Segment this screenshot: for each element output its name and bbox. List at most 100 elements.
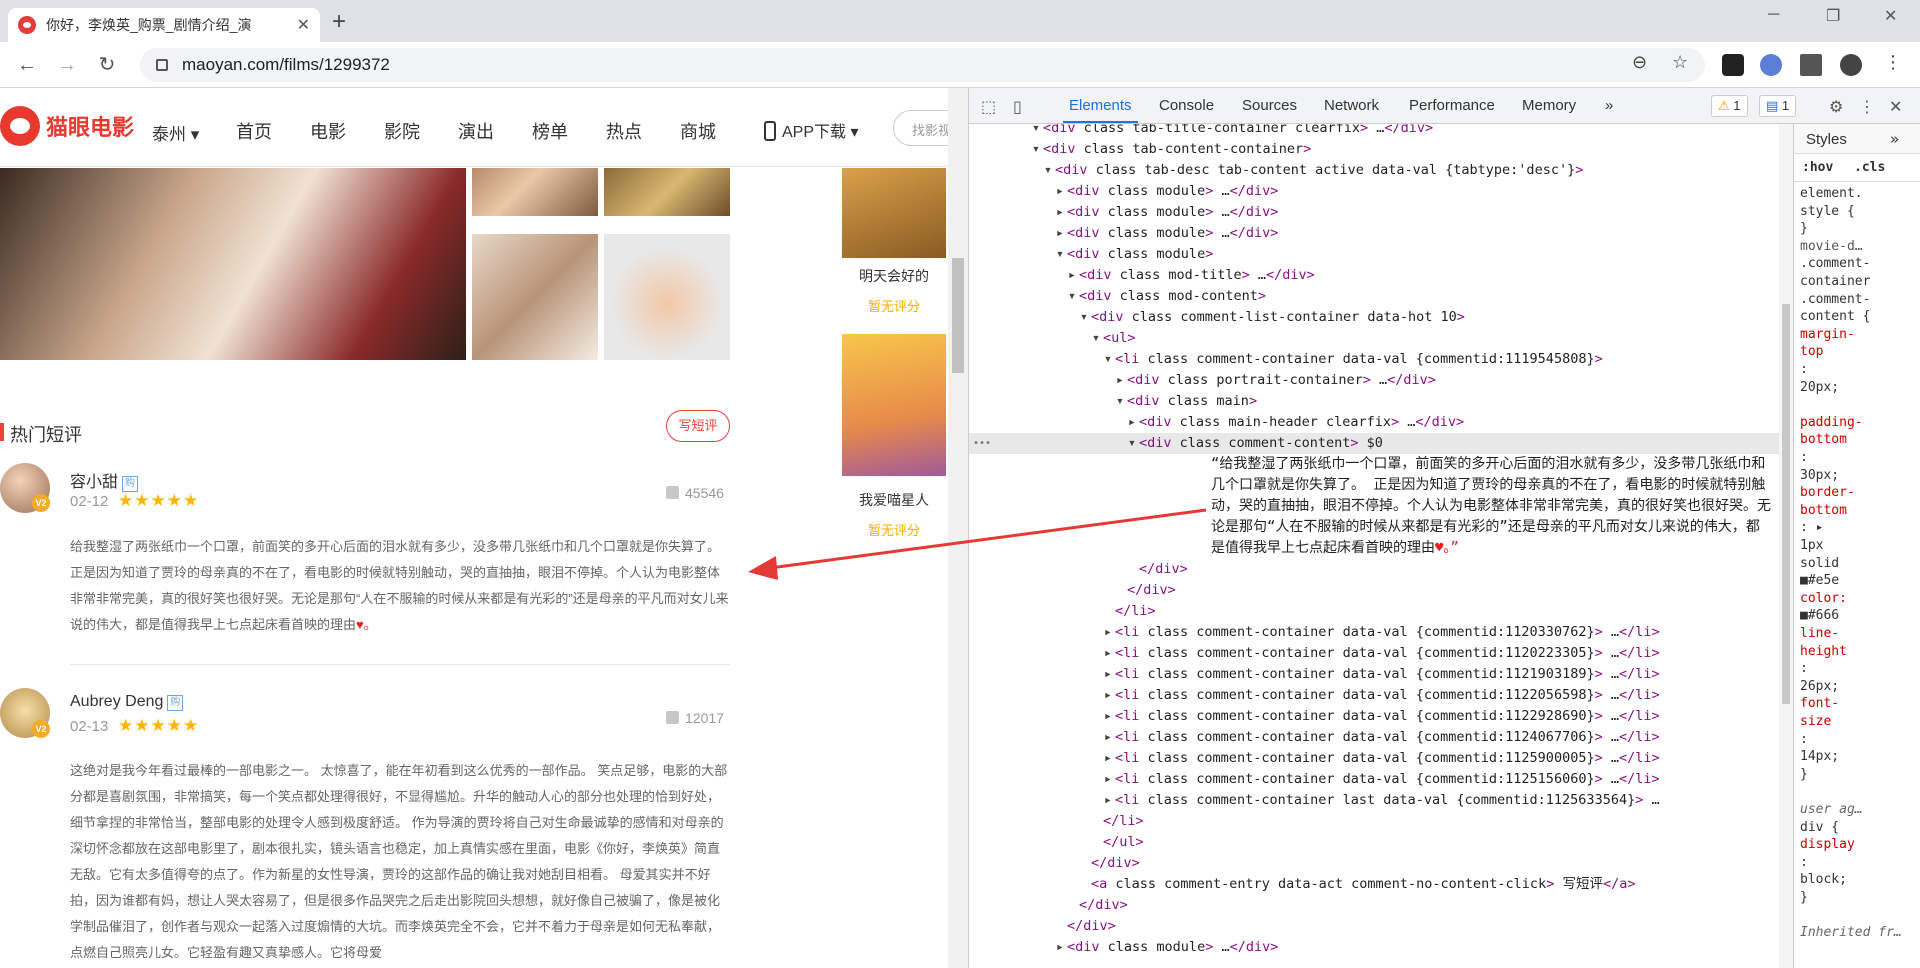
expand-toggle-icon[interactable]: ▸ bbox=[1101, 685, 1115, 706]
dom-node[interactable]: ▸ <div class module> …</div> bbox=[969, 202, 1779, 223]
movie-still-thumb[interactable] bbox=[472, 234, 598, 360]
address-bar[interactable]: maoyan.com/films/1299372 bbox=[140, 48, 1705, 82]
dom-node[interactable]: ▾ <div class tab-desc tab-content active … bbox=[969, 160, 1779, 181]
expand-toggle-icon[interactable]: ▾ bbox=[1029, 124, 1043, 139]
app-download-button[interactable]: APP下载 ▾ bbox=[764, 118, 859, 142]
dom-node[interactable]: ▸ <div class module> …</div> bbox=[969, 223, 1779, 244]
dom-node[interactable]: ▸ <div class mod-title> …</div> bbox=[969, 265, 1779, 286]
profile-avatar-icon[interactable] bbox=[1840, 54, 1862, 76]
page-scroll-thumb[interactable] bbox=[952, 258, 964, 373]
styles-more-icon[interactable]: » bbox=[1890, 130, 1899, 148]
dom-node[interactable]: ▸ <div class module> …</div> bbox=[969, 181, 1779, 202]
nav-hot[interactable]: 热点 bbox=[606, 118, 642, 144]
dom-node[interactable]: ▸ <li class comment-container data-val {c… bbox=[969, 748, 1779, 769]
expand-toggle-icon[interactable]: ▸ bbox=[1053, 181, 1067, 202]
expand-toggle-icon[interactable]: ▸ bbox=[1053, 937, 1067, 958]
dom-node[interactable]: ▸ <div class main-header clearfix> …</div… bbox=[969, 412, 1779, 433]
dom-node[interactable]: </div> bbox=[969, 916, 1779, 937]
browser-menu-icon[interactable]: ⋮ bbox=[1884, 52, 1902, 73]
expand-toggle-icon[interactable]: ▸ bbox=[1065, 265, 1079, 286]
dom-text-node[interactable]: “给我整湿了两张纸巾一个口罩，前面笑的多开心后面的泪水就有多少，没多带几张纸巾和… bbox=[1211, 454, 1771, 559]
nav-home[interactable]: 首页 bbox=[236, 118, 272, 144]
comment-user[interactable]: Aubrey Deng 购 bbox=[70, 693, 184, 711]
inspect-element-icon[interactable]: ⬚ bbox=[981, 97, 996, 117]
expand-toggle-icon[interactable]: ▾ bbox=[1065, 286, 1079, 307]
elements-scrollbar[interactable] bbox=[1779, 124, 1793, 968]
expand-toggle-icon[interactable]: ▸ bbox=[1101, 790, 1115, 811]
poster-ming-tian[interactable] bbox=[842, 168, 946, 258]
devtools-menu-icon[interactable]: ⋮ bbox=[1859, 97, 1875, 117]
dom-node[interactable]: ▸ <li class comment-container data-val {c… bbox=[969, 685, 1779, 706]
dom-node[interactable]: ▾ <div class tab-content-container> bbox=[969, 139, 1779, 160]
dom-node-selected[interactable]: ▾ <div class comment-content> $0 ••• bbox=[969, 433, 1779, 454]
expand-toggle-icon[interactable]: ▾ bbox=[1041, 160, 1055, 181]
expand-toggle-icon[interactable]: ▸ bbox=[1101, 769, 1115, 790]
dom-node[interactable]: </li> bbox=[969, 601, 1779, 622]
site-logo[interactable]: 猫眼电影 bbox=[0, 106, 134, 146]
extension-blue-icon[interactable] bbox=[1760, 54, 1782, 76]
expand-toggle-icon[interactable]: ▸ bbox=[1101, 727, 1115, 748]
movie-still-thumb[interactable] bbox=[472, 168, 598, 216]
tab-performance[interactable]: Performance bbox=[1409, 97, 1495, 114]
expand-toggle-icon[interactable]: ▸ bbox=[1101, 706, 1115, 727]
hov-toggle[interactable]: :hov bbox=[1802, 160, 1833, 175]
dom-node[interactable]: </li> bbox=[969, 811, 1779, 832]
search-input[interactable]: 找影视 bbox=[893, 110, 948, 146]
dom-node[interactable]: </div> bbox=[969, 559, 1779, 580]
dom-node[interactable]: </div> bbox=[969, 853, 1779, 874]
poster-wo-ai-miao[interactable] bbox=[842, 334, 946, 476]
styles-tab[interactable]: Styles bbox=[1806, 131, 1847, 148]
dom-node[interactable]: </ul> bbox=[969, 832, 1779, 853]
dom-node[interactable]: ▾ <div class module> bbox=[969, 244, 1779, 265]
comment-user[interactable]: 容小甜购 bbox=[70, 468, 139, 492]
expand-toggle-icon[interactable]: ▸ bbox=[1101, 622, 1115, 643]
tab-elements[interactable]: Elements bbox=[1063, 97, 1138, 123]
elements-scroll-thumb[interactable] bbox=[1782, 304, 1790, 704]
expand-toggle-icon[interactable]: ▸ bbox=[1053, 223, 1067, 244]
expand-toggle-icon[interactable]: ▸ bbox=[1101, 748, 1115, 769]
expand-toggle-icon[interactable]: ▾ bbox=[1101, 349, 1115, 370]
nav-movies[interactable]: 电影 bbox=[310, 118, 346, 144]
dom-node[interactable]: </div> bbox=[969, 580, 1779, 601]
dom-node[interactable]: ▸ <li class comment-container last data-v… bbox=[969, 790, 1779, 811]
tab-sources[interactable]: Sources bbox=[1242, 97, 1297, 114]
reload-icon[interactable]: ↻ bbox=[94, 52, 120, 78]
nav-mall[interactable]: 商城 bbox=[680, 118, 716, 144]
like-button[interactable]: 12017 bbox=[666, 710, 724, 726]
dom-node[interactable]: ▸ <li class comment-container data-val {c… bbox=[969, 706, 1779, 727]
tab-network[interactable]: Network bbox=[1324, 97, 1379, 114]
like-button[interactable]: 45546 bbox=[666, 485, 724, 501]
page-scrollbar[interactable] bbox=[948, 88, 968, 968]
maximize-button[interactable]: ❐ bbox=[1826, 6, 1840, 26]
side-movie-name[interactable]: 明天会好的 bbox=[842, 266, 946, 286]
elements-tree[interactable]: ▾ <div class tab-title-container clearfix… bbox=[969, 124, 1779, 968]
zoom-icon[interactable]: ⊖ bbox=[1632, 52, 1647, 73]
devtools-close-icon[interactable]: ✕ bbox=[1889, 97, 1902, 117]
back-arrow-icon[interactable]: ← bbox=[14, 52, 40, 78]
expand-toggle-icon[interactable]: ▾ bbox=[1053, 244, 1067, 265]
city-selector[interactable]: 泰州 ▾ bbox=[152, 120, 199, 145]
dom-node[interactable]: ▾ <div class main> bbox=[969, 391, 1779, 412]
settings-gear-icon[interactable]: ⚙ bbox=[1829, 97, 1843, 117]
more-tabs-icon[interactable]: » bbox=[1605, 97, 1613, 114]
expand-toggle-icon[interactable]: ▾ bbox=[1077, 307, 1091, 328]
side-movie-name[interactable]: 我爱喵星人 bbox=[842, 490, 946, 510]
dom-node[interactable]: ▸ <div class portrait-container> …</div> bbox=[969, 370, 1779, 391]
new-tab-button[interactable]: + bbox=[325, 8, 353, 36]
tab-memory[interactable]: Memory bbox=[1522, 97, 1576, 114]
dom-node[interactable]: ▸ <li class comment-container data-val {c… bbox=[969, 622, 1779, 643]
expand-toggle-icon[interactable]: ▸ bbox=[1101, 643, 1115, 664]
nav-cinemas[interactable]: 影院 bbox=[384, 118, 420, 144]
dom-node[interactable]: ▸ <li class comment-container data-val {c… bbox=[969, 769, 1779, 790]
movie-still-thumb[interactable] bbox=[604, 168, 730, 216]
expand-toggle-icon[interactable]: ▾ bbox=[1029, 139, 1043, 160]
dom-node[interactable]: ▾ <div class tab-title-container clearfix… bbox=[969, 124, 1779, 139]
dom-node[interactable]: ▾ <div class comment-list-container data-… bbox=[969, 307, 1779, 328]
cls-toggle[interactable]: .cls bbox=[1854, 160, 1885, 175]
node-more-icon[interactable]: ••• bbox=[973, 433, 991, 454]
expand-toggle-icon[interactable]: ▸ bbox=[1101, 664, 1115, 685]
extensions-puzzle-icon[interactable] bbox=[1800, 54, 1822, 76]
dom-node[interactable]: ▸ <div class module> …</div> bbox=[969, 937, 1779, 958]
dom-node[interactable]: ▾ <div class mod-content> bbox=[969, 286, 1779, 307]
expand-toggle-icon[interactable]: ▸ bbox=[1053, 202, 1067, 223]
